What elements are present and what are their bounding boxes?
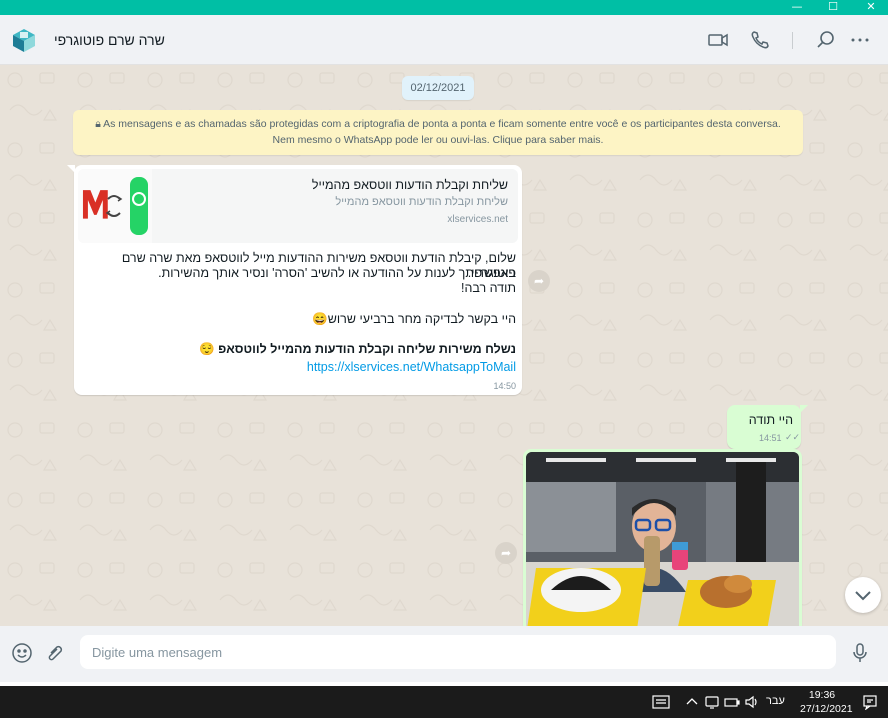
search-icon[interactable]: [814, 28, 838, 52]
header-divider: [792, 32, 793, 49]
window-titlebar: — ☐ ✕: [0, 0, 888, 15]
message-text-line: נשלח משירות שליחה וקבלת הודעות מהמייל לו…: [199, 342, 516, 356]
attach-icon[interactable]: [44, 641, 68, 665]
encryption-notice[interactable]: 🔒︎ As mensagens e as chamadas são proteg…: [73, 110, 803, 155]
avatar[interactable]: [9, 25, 39, 55]
battery-icon[interactable]: [724, 694, 740, 710]
clock[interactable]: 19:36 27/12/2021: [800, 688, 853, 716]
incoming-message[interactable]: שליחת וקבלת הודעות ווטסאפ מהמייל שליחת ו…: [67, 165, 522, 395]
lock-icon: 🔒︎: [95, 118, 104, 130]
link-preview-title: שליחת וקבלת הודעות ווטסאפ מהמייל: [311, 178, 508, 192]
chat-header: שרה שרם פוטוגרפי: [0, 15, 888, 65]
link-preview-domain: xlservices.net: [447, 214, 508, 225]
more-options-icon[interactable]: [848, 28, 872, 52]
maximize-button[interactable]: ☐: [818, 0, 848, 15]
read-receipt-icon: ✓✓: [785, 432, 801, 442]
chat-panel[interactable]: 02/12/2021 🔒︎ As mensagens e as chamadas…: [0, 65, 888, 626]
video-call-icon[interactable]: [706, 28, 730, 52]
message-composer: [0, 626, 888, 682]
scroll-down-button[interactable]: [845, 577, 881, 613]
minimize-button[interactable]: —: [782, 0, 812, 15]
chevron-down-icon: [855, 591, 871, 601]
link-preview-description: שליחת וקבלת הודעות ווטסאפ מהמייל: [335, 196, 508, 208]
message-text: היי תודה: [748, 413, 793, 427]
input-language[interactable]: עבר: [766, 695, 785, 707]
voice-call-icon[interactable]: [748, 28, 772, 52]
message-input[interactable]: [80, 635, 836, 669]
close-window-button[interactable]: ✕: [856, 0, 886, 15]
chevron-up-icon[interactable]: [684, 694, 700, 710]
microphone-icon[interactable]: [848, 641, 872, 665]
taskbar: עבר 19:36 27/12/2021: [0, 686, 888, 718]
contact-name[interactable]: שרה שרם פוטוגרפי: [54, 32, 165, 48]
emoji-icon[interactable]: [10, 641, 34, 665]
notifications-icon[interactable]: [862, 694, 878, 711]
volume-icon[interactable]: [744, 694, 760, 710]
forward-icon[interactable]: ➦: [495, 542, 517, 564]
message-time: 14:50: [493, 381, 516, 391]
message-text-line: תודה רבה!: [460, 281, 516, 295]
encryption-notice-text: As mensagens e as chamadas são protegida…: [103, 118, 781, 146]
clock-time: 19:36: [808, 689, 836, 701]
forward-icon[interactable]: ➦: [528, 270, 550, 292]
message-time: 14:51: [759, 433, 782, 443]
outgoing-message[interactable]: היי תודה 14:51 ✓✓: [727, 405, 808, 449]
message-text-line: באפשרותך לענות על ההודעה או להשיב 'הסרה'…: [158, 266, 516, 280]
message-text-line: היי בקשר לבדיקה מחר ברביעי שרוש😄: [312, 312, 516, 326]
photo-image[interactable]: [526, 452, 799, 626]
link-preview-thumbnail: [78, 169, 152, 243]
task-view-icon[interactable]: [652, 694, 670, 710]
message-link[interactable]: https://xlservices.net/WhatsappToMail: [307, 360, 516, 374]
outgoing-photo-message[interactable]: [523, 449, 802, 626]
network-icon[interactable]: [704, 694, 720, 710]
link-preview[interactable]: שליחת וקבלת הודעות ווטסאפ מהמייל שליחת ו…: [78, 169, 518, 243]
date-label: 02/12/2021: [402, 76, 474, 100]
clock-date: 27/12/2021: [800, 703, 853, 715]
